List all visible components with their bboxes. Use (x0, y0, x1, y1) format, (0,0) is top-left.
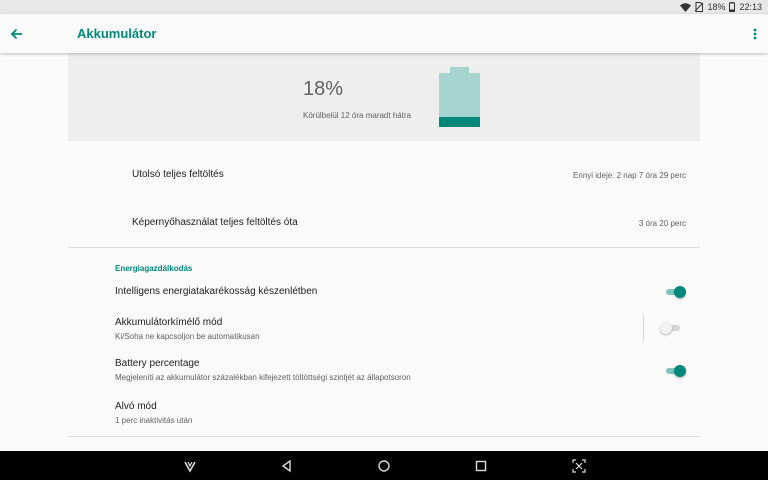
screen-usage-value: 3 óra 20 perc (638, 219, 686, 228)
page-title: Akkumulátor (77, 26, 157, 41)
divider (68, 247, 700, 248)
screen-usage-row: Képernyőhasználat teljes feltöltés óta 3… (68, 208, 700, 238)
smart-standby-setting[interactable]: Intelligens energiatakarékosság készenlé… (115, 286, 695, 297)
battery-percentage-summary: Megjeleníti az akkumulátor százalékban k… (115, 373, 411, 382)
battery-saver-summary: Ki/Soha ne kapcsoljon be automatikusan (115, 332, 260, 341)
battery-percentage-title: Battery percentage (115, 358, 200, 369)
status-battery-percent: 18% (707, 2, 726, 12)
section-title-power-management: Energiagazdálkodás (115, 264, 193, 273)
battery-saver-title: Akkumulátorkímélő mód (115, 317, 223, 328)
battery-icon (729, 2, 736, 12)
battery-summary-card: 18% Körülbelül 12 óra maradt hátra (68, 53, 700, 141)
app-logo-icon[interactable] (183, 459, 197, 473)
arrow-left-icon[interactable] (8, 25, 26, 43)
sleep-setting[interactable]: Alvó mód 1 perc inaktivitás után (115, 401, 695, 425)
battery-level-icon (439, 67, 480, 127)
screenshot-icon[interactable] (572, 459, 586, 473)
wifi-icon (680, 2, 692, 12)
status-time: 22:13 (739, 2, 762, 12)
app-bar: Akkumulátor (0, 14, 768, 53)
smart-standby-title: Intelligens energiatakarékosság készenlé… (115, 286, 318, 297)
screen-usage-label: Képernyőhasználat teljes feltöltés óta (132, 217, 298, 228)
last-full-charge-row: Utolsó teljes feltöltés Ennyi ideje: 2 n… (68, 160, 700, 190)
divider (68, 436, 700, 437)
home-circle-icon[interactable] (377, 459, 391, 473)
battery-saver-setting[interactable]: Akkumulátorkímélő mód Ki/Soha ne kapcsol… (115, 317, 695, 341)
status-icons: 18% 22:13 (680, 1, 762, 13)
no-sim-icon (695, 2, 704, 12)
more-vert-icon[interactable] (750, 25, 760, 43)
sleep-title: Alvó mód (115, 401, 157, 412)
recents-square-icon[interactable] (474, 459, 488, 473)
battery-remaining-text: Körülbelül 12 óra maradt hátra (303, 111, 412, 120)
battery-saver-toggle[interactable] (660, 321, 682, 335)
battery-percentage-toggle[interactable] (664, 364, 686, 378)
last-full-charge-value: Ennyi ideje: 2 nap 7 óra 29 perc (573, 171, 686, 180)
navigation-bar (0, 451, 768, 480)
last-full-charge-label: Utolsó teljes feltöltés (132, 169, 224, 180)
back-triangle-icon[interactable] (280, 459, 294, 473)
smart-standby-toggle[interactable] (664, 285, 686, 299)
toggle-separator (643, 315, 644, 341)
battery-percentage-setting[interactable]: Battery percentage Megjeleníti az akkumu… (115, 358, 695, 382)
status-bar: 18% 22:13 (0, 0, 768, 14)
battery-percent-large: 18% (303, 78, 344, 100)
sleep-summary: 1 perc inaktivitás után (115, 416, 193, 425)
